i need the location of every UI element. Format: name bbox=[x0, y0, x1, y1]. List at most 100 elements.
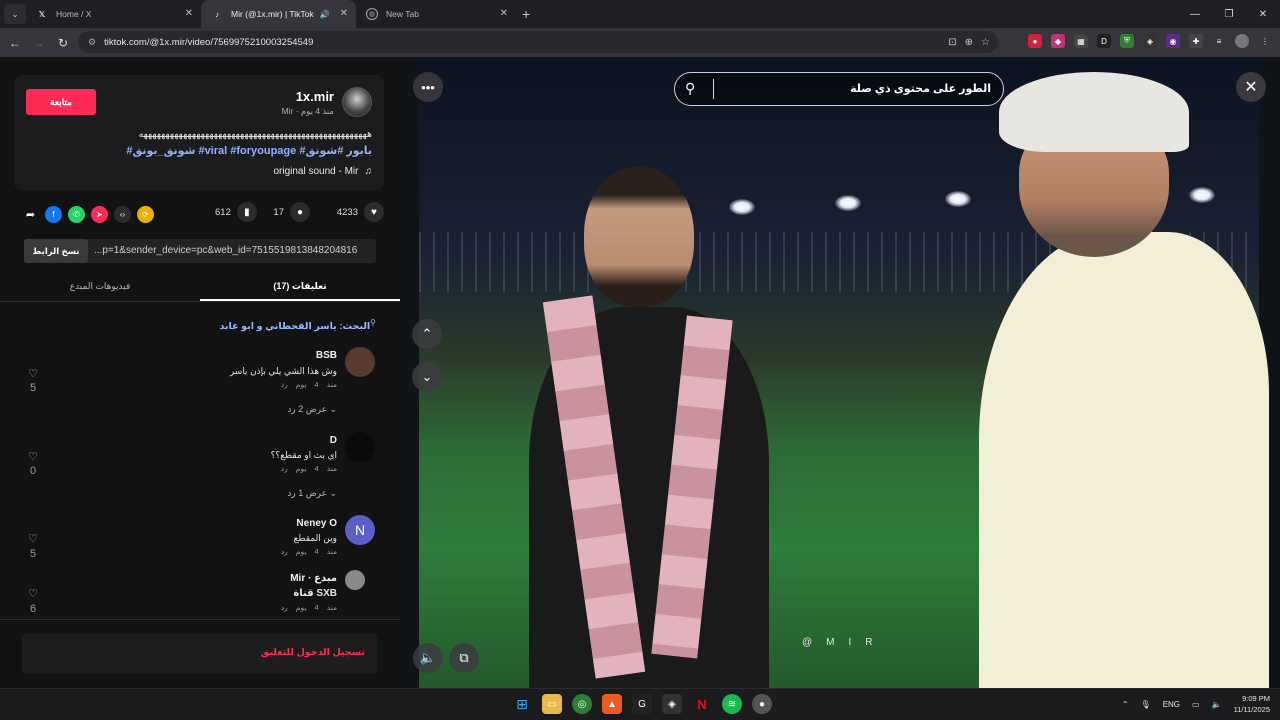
extension-icon[interactable]: ◈ bbox=[1143, 34, 1157, 48]
puzzle-icon[interactable]: ✚ bbox=[1189, 34, 1203, 48]
address-bar[interactable]: ⚙ tiktok.com/@1x.mir/video/7569975210003… bbox=[78, 31, 998, 53]
tab-comments[interactable]: تعليقات (17) bbox=[200, 281, 400, 292]
menu-dots-icon[interactable]: ⋮ bbox=[1258, 34, 1272, 48]
search-icon: ⚲ bbox=[370, 318, 376, 327]
creator-avatar[interactable] bbox=[342, 87, 372, 117]
volume-icon[interactable]: 🔈 bbox=[413, 643, 443, 673]
install-app-icon[interactable]: ⊡ bbox=[948, 37, 956, 48]
app-icon[interactable]: ◈ bbox=[662, 694, 682, 714]
save-action[interactable]: 612 ▮ bbox=[215, 202, 257, 222]
chevron-up-icon[interactable]: ⌃ bbox=[412, 319, 442, 349]
comment-author[interactable]: Mir · مبدع bbox=[290, 573, 337, 584]
language-indicator[interactable]: ENG bbox=[1163, 700, 1180, 709]
comment-avatar[interactable] bbox=[345, 570, 365, 590]
comment-avatar[interactable] bbox=[345, 432, 375, 462]
extension-icon[interactable]: ▦ bbox=[1074, 34, 1088, 48]
file-explorer-icon[interactable]: ▭ bbox=[542, 694, 562, 714]
restore-icon[interactable]: ❐ bbox=[1212, 0, 1246, 28]
volume-icon[interactable]: 🔈 bbox=[1212, 700, 1222, 709]
heart-outline-icon[interactable]: ♡ bbox=[26, 367, 40, 380]
repost-icon[interactable]: ⟳ bbox=[137, 206, 154, 223]
follow-button[interactable]: متابعة bbox=[26, 89, 96, 115]
tab-tiktok[interactable]: ♪ Mir (@1x.mir) | TikTok 🔊 ✕ bbox=[201, 0, 356, 28]
back-icon[interactable]: ← bbox=[3, 36, 27, 50]
comment-icon[interactable]: ● bbox=[290, 202, 310, 222]
close-icon[interactable]: ✕ bbox=[340, 8, 348, 19]
extension-icon[interactable]: ◆ bbox=[1051, 34, 1065, 48]
view-replies-button[interactable]: عرض 1 رد ⌄ bbox=[287, 488, 337, 499]
facebook-icon[interactable]: f bbox=[45, 206, 62, 223]
video-player[interactable]: @MIR ••• ⚲ الطور على محتوى ذي صلة ✕ ⌃ ⌄ … bbox=[400, 57, 1280, 688]
copy-link-button[interactable]: نسخ الرابط bbox=[24, 239, 88, 263]
speaker-icon[interactable]: 🔊 bbox=[320, 10, 330, 19]
chrome-icon[interactable]: ◎ bbox=[572, 694, 592, 714]
new-tab-button[interactable]: + bbox=[522, 6, 530, 22]
related-search[interactable]: البحث: ياسر القحطاني و ابو عابد⚲ bbox=[219, 318, 376, 332]
stadium-light bbox=[835, 195, 861, 211]
reload-icon[interactable]: ↻ bbox=[51, 36, 75, 50]
heart-outline-icon[interactable]: ♡ bbox=[26, 532, 40, 545]
forward-icon[interactable]: → bbox=[27, 36, 51, 50]
view-replies-button[interactable]: عرض 2 رد ⌄ bbox=[287, 404, 337, 415]
reading-list-icon[interactable]: ≡ bbox=[1212, 34, 1226, 48]
creator-display-name[interactable]: 1x.mir bbox=[296, 89, 334, 104]
tab-title: New Tab bbox=[386, 9, 419, 19]
bookmark-icon[interactable]: ▮ bbox=[236, 202, 257, 222]
brave-icon[interactable]: ▲ bbox=[602, 694, 622, 714]
chevron-up-icon[interactable]: ⌃ bbox=[1122, 700, 1129, 709]
share-arrow-icon[interactable]: ➦ bbox=[22, 206, 39, 223]
post-hashtags[interactable]: #شونق_بونق #viral #foryoupage #بابور #شو… bbox=[126, 144, 372, 157]
app-icon[interactable]: ● bbox=[752, 694, 772, 714]
whatsapp-icon[interactable]: ✆ bbox=[68, 206, 85, 223]
window-close-icon[interactable]: ✕ bbox=[1246, 0, 1280, 28]
comment-author[interactable]: BSB bbox=[316, 350, 337, 361]
bookmark-star-icon[interactable]: ☆ bbox=[981, 37, 990, 48]
profile-avatar-icon[interactable] bbox=[1235, 34, 1249, 48]
minimize-icon[interactable]: — bbox=[1178, 0, 1212, 28]
netflix-icon[interactable]: N bbox=[692, 694, 712, 714]
comment-author[interactable]: Neney O bbox=[296, 518, 337, 529]
video-search-box[interactable]: ⚲ الطور على محتوى ذي صلة bbox=[674, 72, 1004, 106]
login-to-comment-link[interactable]: تسجيل الدخول للتعليق bbox=[261, 647, 365, 658]
site-info-icon[interactable]: ⚙ bbox=[88, 37, 96, 48]
windows-start-icon[interactable]: ⊞ bbox=[512, 694, 532, 714]
close-video-icon[interactable]: ✕ bbox=[1236, 72, 1266, 102]
extension-icon[interactable]: ● bbox=[1028, 34, 1042, 48]
details-panel: 1x.mir Mir · منذ 4 يوم متابعة هههههههههه… bbox=[0, 57, 400, 688]
send-icon[interactable]: ➤ bbox=[91, 206, 108, 223]
tab-search-button[interactable]: ⌄ bbox=[4, 4, 26, 24]
close-icon[interactable]: ✕ bbox=[185, 8, 193, 19]
video-frame[interactable] bbox=[419, 57, 1269, 688]
network-icon[interactable]: ▭ bbox=[1192, 700, 1200, 709]
heart-outline-icon[interactable]: ♡ bbox=[26, 450, 40, 463]
zoom-icon[interactable]: ⊕ bbox=[965, 37, 973, 48]
clock[interactable]: 9:09 PM 11/11/2025 bbox=[1234, 693, 1270, 715]
tab-home-x[interactable]: 𝕏 Home / X ✕ bbox=[26, 0, 201, 28]
comment-avatar[interactable] bbox=[345, 347, 375, 377]
extension-icon[interactable]: D bbox=[1097, 34, 1111, 48]
spotify-icon[interactable]: ≋ bbox=[722, 694, 742, 714]
heart-outline-icon[interactable]: ♡ bbox=[26, 587, 40, 600]
embed-icon[interactable]: ‹› bbox=[114, 206, 131, 223]
share-url[interactable]: ...p=1&sender_device=pc&web_id=751551981… bbox=[94, 245, 372, 256]
microphone-icon[interactable]: 🎙 bbox=[1141, 700, 1151, 709]
close-icon[interactable]: ✕ bbox=[500, 8, 508, 19]
comment-avatar[interactable]: N bbox=[345, 515, 375, 545]
search-icon: ⚲ bbox=[685, 80, 696, 96]
chevron-down-icon[interactable]: ⌄ bbox=[412, 362, 442, 392]
tab-creator-videos[interactable]: فيديوهات المبدع bbox=[0, 281, 200, 292]
more-options-icon[interactable]: ••• bbox=[413, 72, 443, 102]
extension-icon[interactable]: ◉ bbox=[1166, 34, 1180, 48]
app-icon[interactable]: G bbox=[632, 694, 652, 714]
login-to-comment-bar[interactable]: تسجيل الدخول للتعليق bbox=[22, 634, 377, 674]
save-count: 612 bbox=[215, 206, 231, 218]
tab-new-tab[interactable]: ◍ New Tab ✕ bbox=[356, 0, 516, 28]
shield-icon[interactable]: ⛨ bbox=[1120, 34, 1134, 48]
miniplayer-icon[interactable]: ⧉ bbox=[449, 643, 479, 673]
sound-link[interactable]: original sound - Mir ♫ bbox=[273, 166, 372, 177]
heart-icon[interactable]: ♥ bbox=[364, 202, 384, 222]
like-action[interactable]: 4233 ♥ bbox=[337, 202, 384, 222]
clock-date: 11/11/2025 bbox=[1233, 705, 1270, 714]
comment-author[interactable]: D bbox=[330, 435, 337, 446]
comment-action[interactable]: 17 ● bbox=[273, 202, 310, 222]
